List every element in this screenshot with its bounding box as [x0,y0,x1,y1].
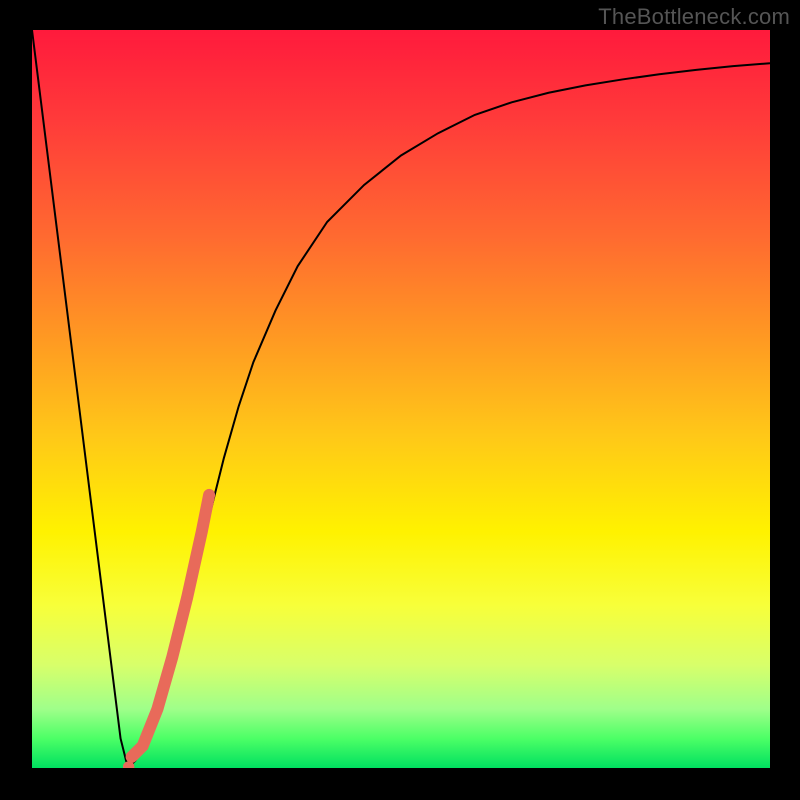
chart-frame: TheBottleneck.com [0,0,800,800]
series-bottleneck-curve [32,30,770,768]
curve-svg [32,30,770,768]
series-highlighted-segment [132,495,209,757]
plot-area [32,30,770,768]
watermark-text: TheBottleneck.com [598,4,790,30]
